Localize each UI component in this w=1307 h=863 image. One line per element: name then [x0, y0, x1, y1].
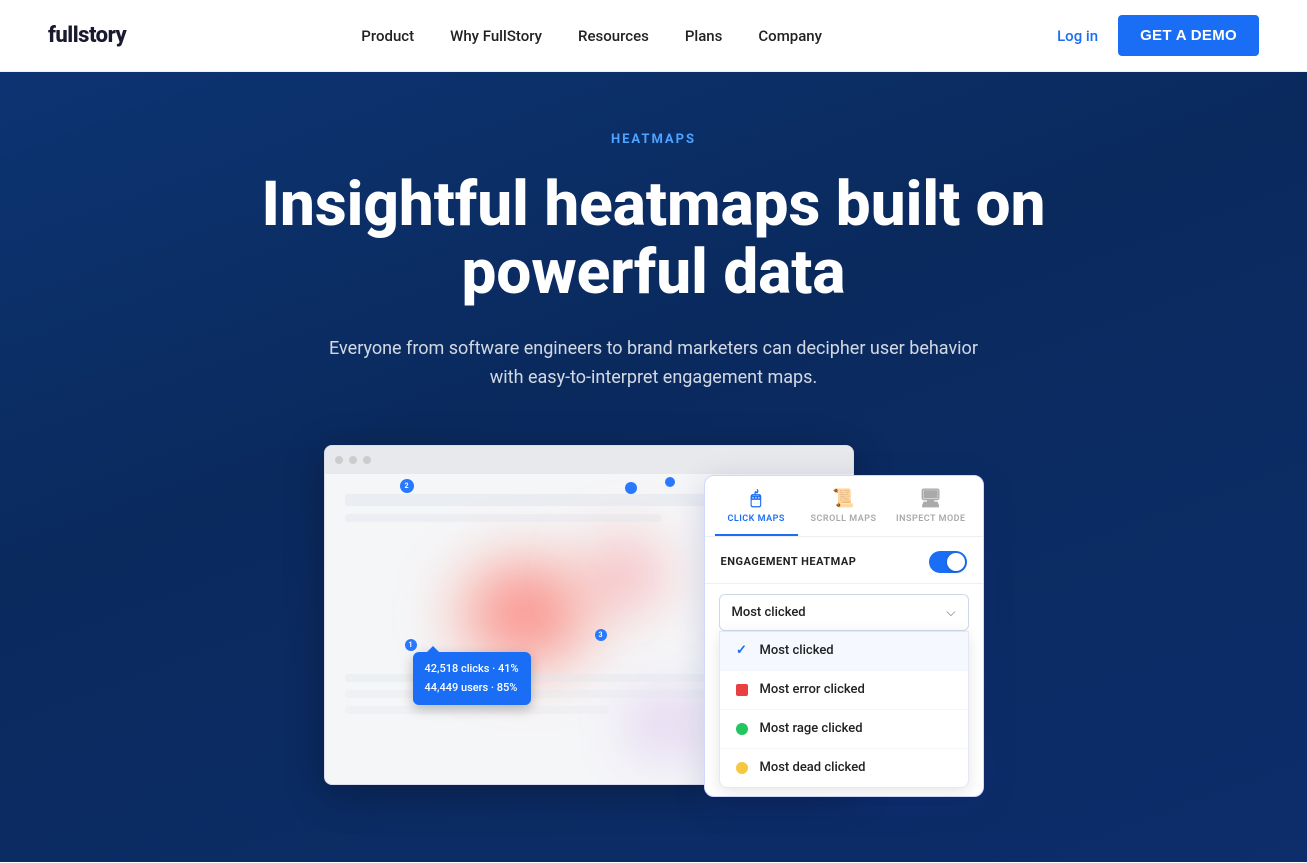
- dead-icon: [734, 760, 750, 776]
- inspect-mode-icon: 🖥: [919, 490, 942, 508]
- dropdown-selected-text: Most clicked: [732, 605, 806, 620]
- tab-scroll-maps-label: SCROLL MAPS: [810, 514, 876, 524]
- dropdown-item-most-error-clicked[interactable]: Most error clicked: [720, 671, 968, 710]
- engagement-row: ENGAGEMENT HEATMAP: [705, 537, 983, 584]
- scroll-maps-icon: 📜: [832, 490, 855, 508]
- dropdown-item-most-clicked[interactable]: ✓ Most clicked: [720, 632, 968, 671]
- item-most-dead-clicked-label: Most dead clicked: [760, 760, 866, 775]
- browser-bar: [325, 446, 853, 474]
- click-dot-1: 2: [400, 479, 414, 493]
- nav-resources[interactable]: Resources: [578, 27, 649, 45]
- dropdown-menu: ✓ Most clicked Most error clicked M: [719, 631, 969, 788]
- heat-blob-pink: [575, 534, 675, 614]
- heatmap-illustration: 2 1 3 42,518 clicks · 41% 44,449 users ·…: [324, 445, 984, 825]
- tab-inspect-mode[interactable]: 🖥 INSPECT MODE: [889, 490, 972, 536]
- click-dot-3: [665, 477, 675, 487]
- tab-inspect-mode-label: INSPECT MODE: [896, 514, 966, 524]
- tab-scroll-maps[interactable]: 📜 SCROLL MAPS: [802, 490, 885, 536]
- engagement-label: ENGAGEMENT HEATMAP: [721, 555, 857, 568]
- chevron-down-icon: ⌵: [946, 605, 955, 620]
- dropdown-item-most-rage-clicked[interactable]: Most rage clicked: [720, 710, 968, 749]
- hero-title: Insightful heatmaps built on powerful da…: [204, 171, 1104, 307]
- rage-icon: [734, 721, 750, 737]
- error-icon: [734, 682, 750, 698]
- item-most-rage-clicked-label: Most rage clicked: [760, 721, 863, 736]
- panel-tabs: 🖱 CLICK MAPS 📜 SCROLL MAPS 🖥 INSPECT MOD…: [705, 476, 983, 537]
- engagement-toggle[interactable]: [929, 551, 967, 573]
- nav-product[interactable]: Product: [361, 27, 414, 45]
- item-most-error-clicked-label: Most error clicked: [760, 682, 865, 697]
- tooltip-line1: 42,518 clicks · 41%: [425, 660, 519, 679]
- item-most-clicked-label: Most clicked: [760, 643, 834, 658]
- nav-actions: Log in GET A DEMO: [1057, 15, 1259, 56]
- nav-links: Product Why FullStory Resources Plans Co…: [361, 26, 822, 45]
- click-dot-6: 1: [405, 639, 417, 651]
- nav-plans[interactable]: Plans: [685, 27, 723, 45]
- logo[interactable]: fullstory: [48, 23, 126, 48]
- dropdown-item-most-dead-clicked[interactable]: Most dead clicked: [720, 749, 968, 787]
- heatmap-panel: 🖱 CLICK MAPS 📜 SCROLL MAPS 🖥 INSPECT MOD…: [704, 475, 984, 797]
- heatmap-tooltip: 42,518 clicks · 41% 44,449 users · 85%: [413, 652, 531, 705]
- nav-why-fullstory[interactable]: Why FullStory: [450, 27, 542, 45]
- get-demo-button[interactable]: GET A DEMO: [1118, 15, 1259, 56]
- click-maps-icon: 🖱: [751, 490, 762, 508]
- dropdown-select[interactable]: Most clicked ⌵: [719, 594, 969, 631]
- tooltip-line2: 44,449 users · 85%: [425, 679, 519, 698]
- tab-click-maps-label: CLICK MAPS: [727, 514, 784, 524]
- tab-click-maps[interactable]: 🖱 CLICK MAPS: [715, 490, 798, 536]
- hero-subtitle: Everyone from software engineers to bran…: [314, 335, 994, 393]
- navbar: fullstory Product Why FullStory Resource…: [0, 0, 1307, 72]
- login-link[interactable]: Log in: [1057, 27, 1098, 45]
- heat-blob-purple: [625, 694, 705, 754]
- click-dot-7: 3: [595, 629, 607, 641]
- check-icon: ✓: [734, 643, 750, 659]
- hero-label: HEATMAPS: [611, 132, 696, 147]
- click-dot-2: [625, 482, 637, 494]
- nav-company[interactable]: Company: [758, 27, 822, 45]
- hero-section: HEATMAPS Insightful heatmaps built on po…: [0, 72, 1307, 862]
